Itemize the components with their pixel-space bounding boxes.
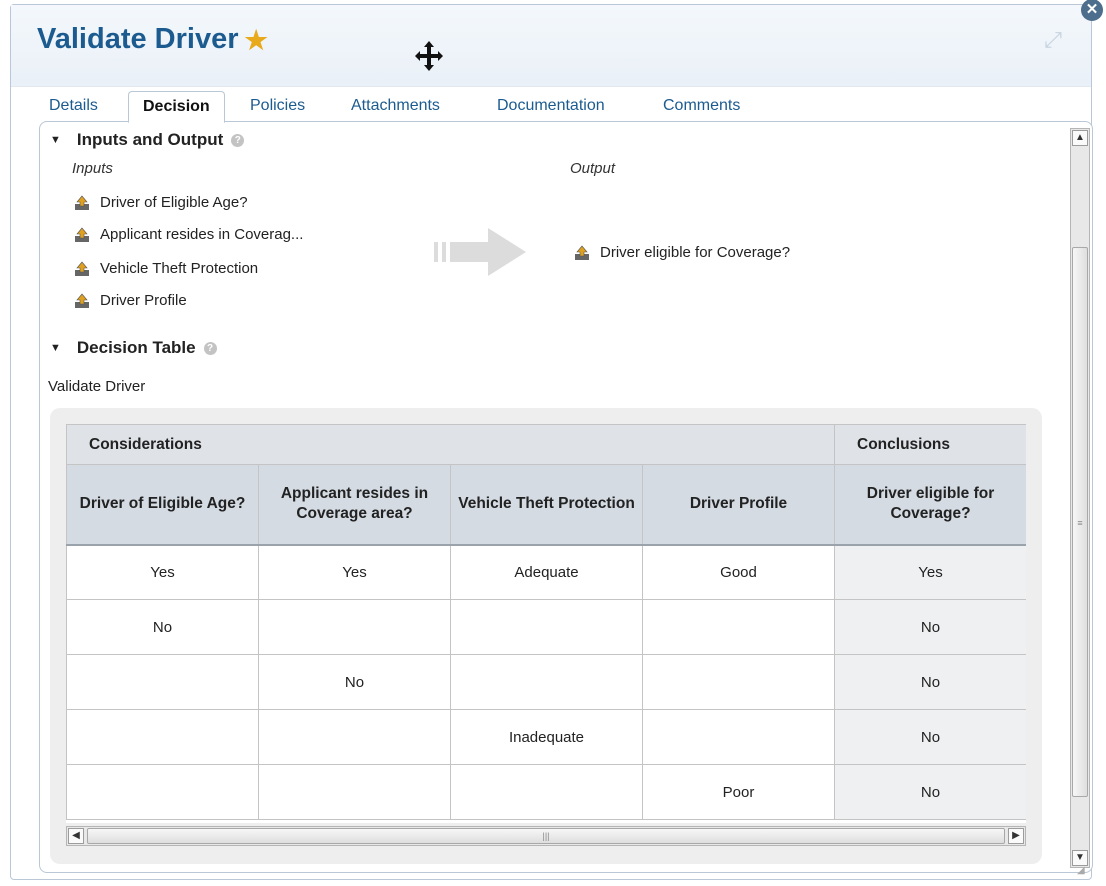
table-row: Yes Yes Adequate Good Yes [66, 544, 1026, 600]
decision-table-grid: Considerations Conclusions Driver of Eli… [66, 424, 1026, 823]
conclusion-cell[interactable]: Yes [834, 544, 1026, 600]
upload-icon [75, 261, 89, 276]
flow-arrow-icon [434, 228, 526, 276]
table-cell[interactable] [66, 654, 259, 710]
table-cell[interactable] [258, 709, 451, 765]
table-cell[interactable] [641, 654, 836, 710]
column-header[interactable]: Applicant resides in Coverage area? [258, 464, 451, 546]
table-cell[interactable]: No [66, 599, 259, 655]
tab-policies[interactable]: Policies [250, 91, 305, 121]
upload-icon [75, 293, 89, 308]
star-icon[interactable]: ★ [245, 27, 268, 53]
vertical-scroll-thumb[interactable]: ≡ [1072, 247, 1088, 797]
inputs-output-heading[interactable]: ▼ Inputs and Output ? [50, 130, 245, 150]
help-icon[interactable]: ? [231, 133, 245, 147]
upload-icon [75, 227, 89, 242]
inputs-label: Inputs [72, 160, 113, 177]
expand-icon[interactable]: ⤢ [1040, 27, 1066, 53]
decision-dialog: Validate Driver ★ ⤢ ✕ Details Decision P… [10, 0, 1103, 880]
input-item-label: Vehicle Theft Protection [100, 260, 259, 277]
table-cell[interactable] [66, 764, 259, 820]
input-item[interactable]: Driver of Eligible Age? [74, 194, 248, 211]
dialog-title-text: Validate Driver [37, 23, 239, 55]
table-cell[interactable] [641, 599, 836, 655]
dialog-title: Validate Driver ★ [37, 23, 268, 56]
collapse-triangle-icon[interactable]: ▼ [50, 134, 61, 146]
input-item-label: Applicant resides in Coverag... [100, 226, 304, 243]
scroll-left-icon[interactable]: ◀ [68, 828, 84, 844]
conclusion-cell[interactable]: No [834, 764, 1026, 820]
table-row: No No [66, 599, 1026, 655]
scroll-down-icon[interactable]: ▼ [1072, 850, 1088, 866]
table-cell[interactable]: Poor [641, 764, 836, 820]
decision-table-heading-text: Decision Table [76, 338, 196, 357]
conclusion-cell[interactable]: No [834, 654, 1026, 710]
input-item[interactable]: Vehicle Theft Protection [74, 260, 258, 277]
considerations-header: Considerations [66, 424, 836, 465]
close-icon[interactable]: ✕ [1081, 0, 1103, 21]
table-cell[interactable]: Good [641, 544, 836, 600]
table-row: Poor No [66, 764, 1026, 820]
input-item[interactable]: Driver Profile [74, 292, 187, 309]
input-item-label: Driver of Eligible Age? [100, 194, 248, 211]
vertical-scrollbar[interactable]: ▲ ≡ ▼ [1070, 128, 1090, 868]
output-item[interactable]: Driver eligible for Coverage? [574, 244, 790, 261]
input-item[interactable]: Applicant resides in Coverag... [74, 226, 303, 243]
column-header[interactable]: Driver eligible for Coverage? [834, 464, 1026, 546]
horizontal-scroll-thumb[interactable]: ||| [87, 828, 1005, 844]
collapse-triangle-icon[interactable]: ▼ [50, 342, 61, 354]
tab-details[interactable]: Details [49, 91, 98, 121]
table-cell[interactable] [258, 599, 451, 655]
table-cell[interactable]: No [258, 654, 451, 710]
scroll-right-icon[interactable]: ▶ [1008, 828, 1024, 844]
output-label: Output [570, 160, 616, 177]
table-cell[interactable] [450, 599, 643, 655]
decision-table-container: Considerations Conclusions Driver of Eli… [50, 408, 1042, 864]
input-item-label: Driver Profile [100, 292, 187, 309]
decision-panel: ▼ Inputs and Output ? Inputs Output Driv… [39, 121, 1093, 873]
table-cell[interactable]: Adequate [450, 544, 643, 600]
table-cell[interactable] [66, 709, 259, 765]
decision-table-name: Validate Driver [48, 378, 146, 395]
resize-grip-icon[interactable]: ◢ [1077, 865, 1087, 876]
table-cell[interactable] [450, 654, 643, 710]
table-cell[interactable] [450, 764, 643, 820]
conclusions-header: Conclusions [834, 424, 1026, 465]
table-cell[interactable] [641, 709, 836, 765]
dialog-titlebar[interactable]: Validate Driver ★ ⤢ [11, 5, 1091, 87]
upload-icon [75, 195, 89, 210]
table-cell[interactable]: Inadequate [450, 709, 643, 765]
output-item-label: Driver eligible for Coverage? [600, 244, 791, 261]
column-header[interactable]: Driver of Eligible Age? [66, 464, 259, 546]
table-cell[interactable] [258, 764, 451, 820]
decision-table: Considerations Conclusions Driver of Eli… [66, 424, 1026, 820]
table-cell[interactable]: Yes [66, 544, 259, 600]
column-header[interactable]: Driver Profile [641, 464, 836, 546]
decision-table-heading[interactable]: ▼ Decision Table ? [50, 338, 217, 358]
column-header[interactable]: Vehicle Theft Protection [450, 464, 643, 546]
help-icon[interactable]: ? [203, 341, 217, 355]
tab-comments[interactable]: Comments [663, 91, 740, 121]
conclusion-cell[interactable]: No [834, 599, 1026, 655]
tab-attachments[interactable]: Attachments [351, 91, 440, 121]
conclusion-cell[interactable]: No [834, 709, 1026, 765]
table-cell[interactable]: Yes [258, 544, 451, 600]
table-row: Inadequate No [66, 709, 1026, 765]
upload-icon [575, 245, 589, 260]
scroll-up-icon[interactable]: ▲ [1072, 130, 1088, 146]
move-cursor-icon [415, 41, 443, 71]
table-row: No No [66, 654, 1026, 710]
tab-decision[interactable]: Decision [128, 91, 225, 123]
inputs-output-heading-text: Inputs and Output [76, 130, 224, 149]
horizontal-scrollbar[interactable]: ◀ ||| ▶ [66, 826, 1026, 846]
tab-documentation[interactable]: Documentation [497, 91, 605, 121]
